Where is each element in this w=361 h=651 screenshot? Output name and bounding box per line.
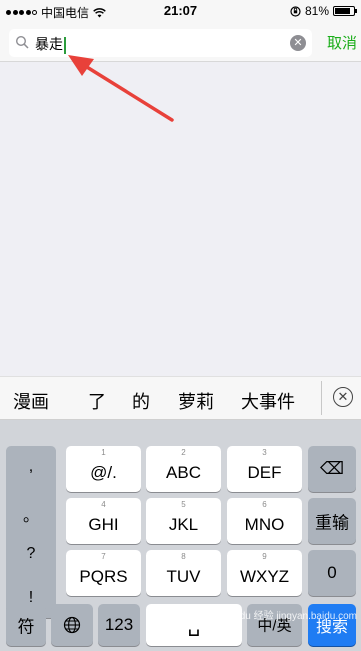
symbol-button[interactable]: 符 [6, 604, 46, 646]
zero-label: 0 [327, 563, 337, 582]
symbol-label: 符 [17, 617, 35, 637]
status-bar: 中国电信 21:07 81% [0, 0, 361, 22]
key-label: ABC [166, 463, 201, 482]
key-label: DEF [247, 463, 282, 482]
clear-icon[interactable]: ✕ [290, 35, 306, 51]
key-4[interactable]: 4 GHI [66, 498, 141, 544]
key-number: 5 [181, 500, 186, 509]
key-label: TUV [166, 567, 201, 586]
annotation-arrow-icon [68, 55, 174, 122]
punctuation-column: , 。 ? ! [6, 446, 56, 618]
candidate-divider [321, 381, 322, 415]
key-number: 1 [101, 448, 106, 457]
watermark-text: Baidu 经验 jingyan.baidu.com [225, 611, 357, 622]
key-label: MNO [244, 515, 285, 534]
key-3[interactable]: 3 DEF [227, 446, 302, 492]
candidate-word[interactable]: 大事件 [241, 388, 295, 414]
candidate-word[interactable]: 漫画 [13, 388, 49, 414]
key-label: JKL [168, 515, 199, 534]
key-label: GHI [88, 515, 119, 534]
cancel-button[interactable]: 取消 [327, 32, 357, 53]
candidate-word[interactable]: 的 [132, 388, 150, 414]
battery-icon [333, 6, 357, 16]
delete-icon: ⌫ [319, 459, 345, 478]
key-5[interactable]: 5 JKL [146, 498, 221, 544]
globe-icon [63, 616, 81, 634]
globe-button[interactable] [51, 604, 93, 646]
search-results-area [0, 62, 361, 376]
candidate-bar: 漫画 了 的 萝莉 大事件 ✕ [0, 376, 361, 420]
punct-key-period[interactable]: 。 [6, 502, 56, 526]
candidate-word[interactable]: 萝莉 [178, 388, 214, 414]
key-label: @/. [90, 463, 117, 482]
number-mode-label: 123 [104, 615, 134, 634]
number-mode-button[interactable]: 123 [98, 604, 140, 646]
reenter-label: 重输 [315, 513, 349, 533]
reenter-button[interactable]: 重输 [308, 498, 356, 544]
key-number: 4 [101, 500, 106, 509]
key-number: 9 [262, 552, 267, 561]
search-header: 暴走 ✕ 取消 [0, 22, 361, 62]
key-9[interactable]: 9 WXYZ [227, 550, 302, 596]
key-number: 2 [181, 448, 186, 457]
punct-key-comma[interactable]: , [6, 458, 56, 476]
key-number: 8 [181, 552, 186, 561]
key-label: PQRS [79, 567, 128, 586]
punct-key-question[interactable]: ? [6, 545, 56, 563]
battery-percent: 81% [304, 4, 329, 18]
candidate-word[interactable]: 了 [88, 388, 106, 414]
delete-button[interactable]: ⌫ [308, 446, 356, 492]
key-7[interactable]: 7 PQRS [66, 550, 141, 596]
key-1[interactable]: 1 @/. [66, 446, 141, 492]
key-8[interactable]: 8 TUV [146, 550, 221, 596]
key-number: 7 [101, 552, 106, 561]
key-number: 6 [262, 500, 267, 509]
rotation-lock-icon [290, 5, 301, 17]
key-number: 3 [262, 448, 267, 457]
status-right: 81% [290, 4, 357, 18]
zero-button[interactable]: 0 [308, 550, 356, 596]
close-candidates-icon[interactable]: ✕ [333, 387, 353, 407]
key-label: WXYZ [239, 567, 290, 586]
key-2[interactable]: 2 ABC [146, 446, 221, 492]
key-6[interactable]: 6 MNO [227, 498, 302, 544]
search-icon [15, 35, 29, 49]
